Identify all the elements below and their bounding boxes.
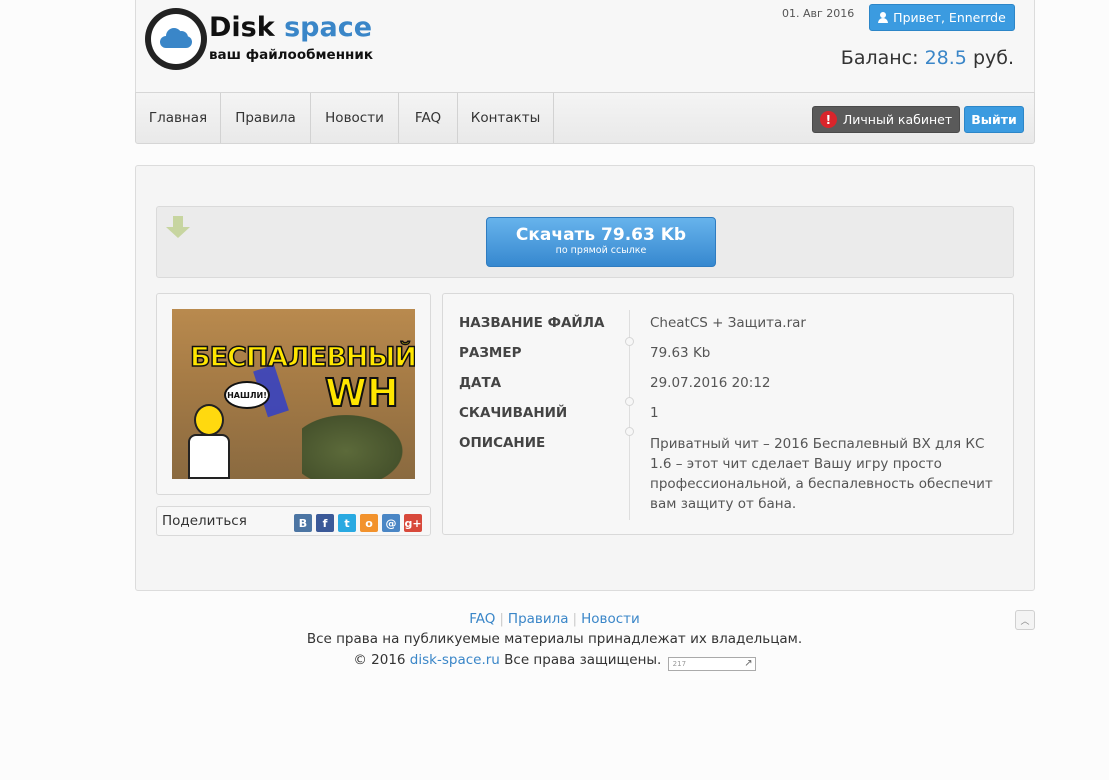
file-name-label: НАЗВАНИЕ ФАЙЛА (459, 315, 605, 331)
user-greeting-button[interactable]: Привет, Ennerrde (869, 4, 1015, 31)
description-value: Приватный чит – 2016 Беспалевный ВХ для … (650, 436, 993, 512)
user-icon (878, 12, 889, 23)
odnoklassniki-share-icon[interactable]: о (360, 514, 378, 532)
site-header: Disk space ваш файлообменник 01. Авг 201… (135, 0, 1035, 92)
nav-item-rules[interactable]: Правила (221, 93, 311, 143)
file-name-value: CheatCS + Защита.rar (650, 315, 806, 331)
nav-item-news[interactable]: Новости (311, 93, 399, 143)
file-size-value: 79.63 Kb (650, 345, 711, 361)
google-plus-share-icon[interactable]: g+ (404, 514, 422, 532)
file-info-box: НАЗВАНИЕ ФАЙЛА CheatCS + Защита.rar РАЗМ… (442, 293, 1014, 535)
file-date-label: ДАТА (459, 375, 502, 391)
share-bar: Поделиться В f t о @ g+ (156, 506, 431, 536)
personal-cabinet-button[interactable]: ! Личный кабинет (812, 106, 960, 133)
logout-button[interactable]: Выйти (964, 106, 1024, 133)
cabinet-label: Личный кабинет (842, 112, 953, 127)
footer-link-news[interactable]: Новости (581, 611, 640, 627)
cartoon-character (186, 404, 232, 479)
file-date-value: 29.07.2016 20:12 (650, 375, 771, 391)
chevron-up-icon: ︿ (1020, 616, 1030, 627)
mail-share-icon[interactable]: @ (382, 514, 400, 532)
balance-value: 28.5 (924, 47, 967, 69)
download-button-subtitle: по прямой ссылке (555, 245, 647, 256)
download-bar: Скачать 79.63 Kb по прямой ссылке (156, 206, 1014, 278)
facebook-share-icon[interactable]: f (316, 514, 334, 532)
alert-icon: ! (819, 111, 837, 128)
speech-bubble: НАШЛИ! (224, 381, 270, 409)
weapon-graphic (302, 409, 412, 479)
cloud-icon (160, 28, 192, 48)
visit-counter[interactable]: 217 ↗ (667, 657, 756, 671)
twitter-share-icon[interactable]: t (338, 514, 356, 532)
downloads-value: 1 (650, 405, 659, 421)
nav-item-home[interactable]: Главная (136, 93, 221, 143)
nav-item-faq[interactable]: FAQ (399, 93, 458, 143)
download-button[interactable]: Скачать 79.63 Kb по прямой ссылке (486, 217, 716, 267)
logo-title: Disk space (209, 12, 373, 43)
logo-badge (145, 8, 207, 70)
site-link[interactable]: disk-space.ru (410, 652, 500, 668)
file-size-label: РАЗМЕР (459, 345, 522, 361)
preview-caption-top: БЕСПАЛЕВНЫЙ (189, 341, 415, 374)
download-button-title: Скачать 79.63 Kb (515, 225, 687, 245)
greeting-label: Привет, Ennerrde (893, 10, 1006, 25)
preview-caption-wh: WH (324, 370, 400, 416)
nav-item-contacts[interactable]: Контакты (458, 93, 554, 143)
current-date: 01. Авг 2016 (782, 7, 855, 20)
main-nav: Главная Правила Новости FAQ Контакты ! Л… (135, 92, 1035, 144)
footer-links: FAQ | Правила | Новости (469, 611, 640, 627)
downloads-label: СКАЧИВАНИЙ (459, 405, 568, 421)
file-panel: Скачать 79.63 Kb по прямой ссылке БЕСПАЛ… (135, 165, 1035, 591)
counter-arrow-icon: ↗ (744, 658, 753, 669)
preview-box: БЕСПАЛЕВНЫЙ WH НАШЛИ! (156, 293, 431, 495)
scroll-to-top-button[interactable]: ︿ (1015, 610, 1035, 630)
footer-link-faq[interactable]: FAQ (469, 611, 495, 627)
share-label: Поделиться (162, 513, 247, 529)
logo-subtitle: ваш файлообменник (209, 47, 373, 63)
description-label: ОПИСАНИЕ (459, 435, 546, 451)
footer-link-rules[interactable]: Правила (508, 611, 569, 627)
footer-rights: Все права на публикуемые материалы прина… (306, 631, 803, 647)
file-preview-image[interactable]: БЕСПАЛЕВНЫЙ WH НАШЛИ! (172, 309, 415, 479)
footer-copyright: © 2016 disk-space.ru Все права защищены.… (0, 652, 1109, 671)
balance: Баланс: 28.5 руб. (840, 47, 1014, 69)
site-logo[interactable]: Disk space ваш файлообменник (145, 8, 385, 72)
download-arrow-icon (166, 216, 190, 240)
vk-share-icon[interactable]: В (294, 514, 312, 532)
